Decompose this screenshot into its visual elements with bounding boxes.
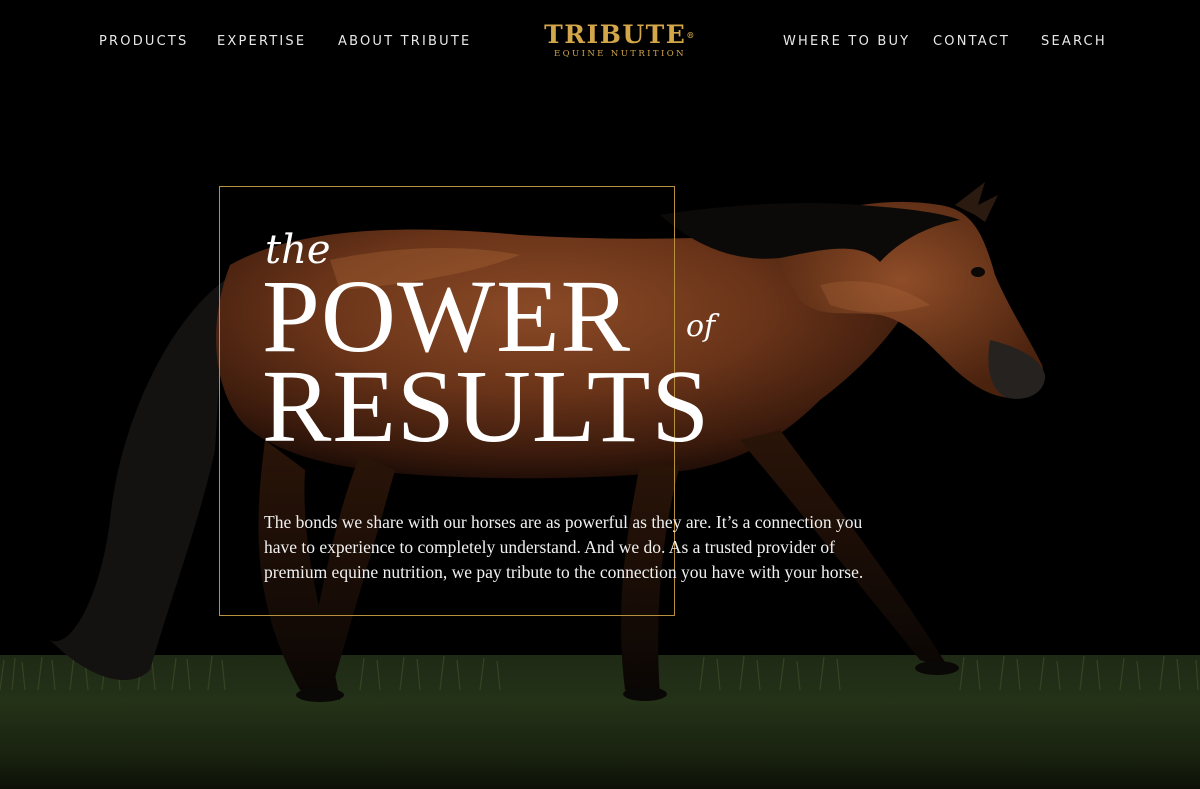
nav-where-to-buy[interactable]: WHERE TO BUY [783, 34, 910, 49]
headline-results: RESULTS [262, 349, 711, 464]
nav-search[interactable]: SEARCH [1041, 34, 1107, 49]
intro-paragraph: The bonds we share with our horses are a… [264, 511, 864, 582]
nav-products[interactable]: PRODUCTS [99, 34, 189, 49]
logo-subtitle: EQUINE NUTRITION [554, 49, 686, 59]
headline-of: of [686, 309, 716, 344]
logo-registered-mark: ® [686, 30, 696, 40]
nav-expertise[interactable]: EXPERTISE [217, 34, 306, 49]
nav-about-tribute[interactable]: ABOUT TRIBUTE [338, 34, 471, 49]
logo-wordmark: TRIBUTE® [540, 22, 700, 48]
logo-word-text: TRIBUTE [544, 20, 687, 49]
hero-section: PRODUCTS EXPERTISE ABOUT TRIBUTE WHERE T… [0, 0, 1200, 789]
nav-contact[interactable]: CONTACT [933, 34, 1010, 49]
tribute-logo[interactable]: TRIBUTE® EQUINE NUTRITION [540, 22, 700, 60]
